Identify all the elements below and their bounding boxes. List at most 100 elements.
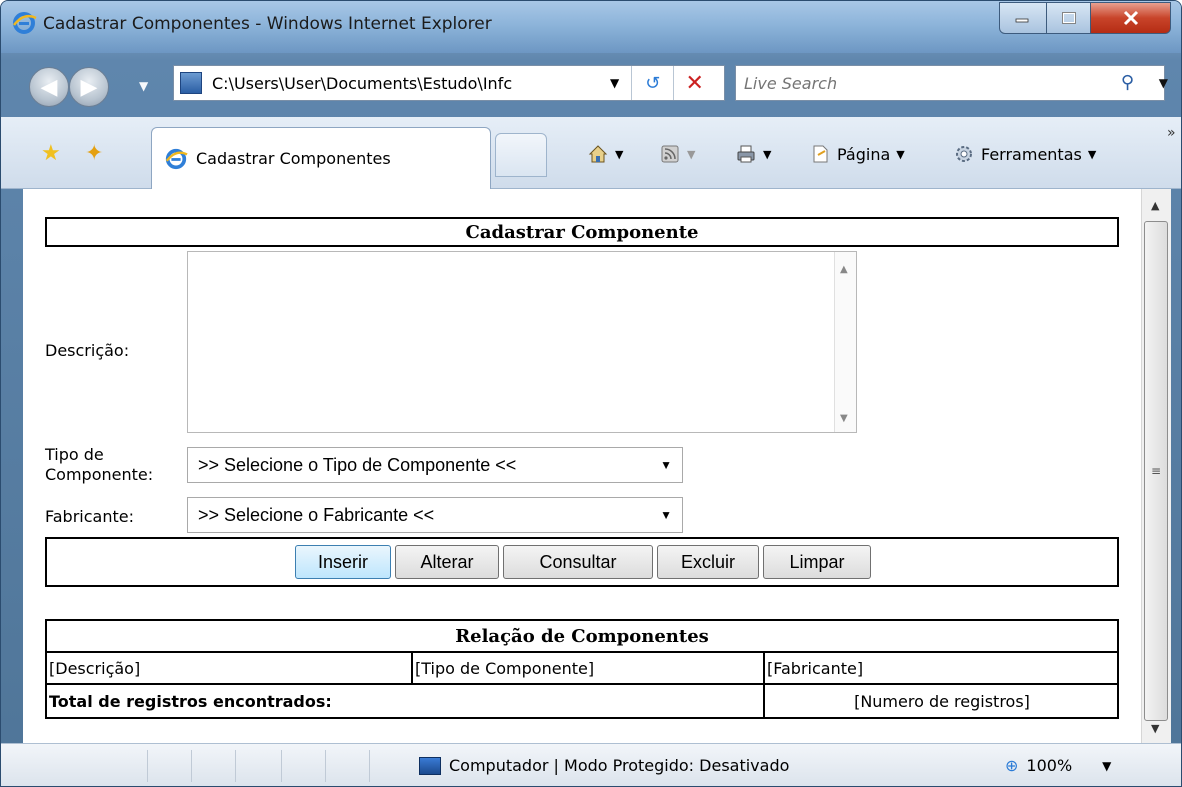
excluir-button[interactable]: Excluir (657, 545, 759, 579)
form-title: Cadastrar Componente (45, 217, 1119, 247)
total-label: Total de registros encontrados: (47, 685, 765, 717)
gear-icon (956, 146, 972, 162)
zoom-control[interactable]: ⊕ 100% ▼ (1005, 756, 1111, 775)
page-menu[interactable]: Página ▼ (809, 143, 905, 165)
minimize-icon (1015, 18, 1029, 23)
search-box: ⚲ ▼ (735, 65, 1168, 101)
table-total-row: Total de registros encontrados: [Numero … (47, 685, 1117, 717)
scroll-up-icon[interactable]: ▲ (1151, 199, 1159, 212)
chevron-down-icon[interactable]: ▼ (896, 148, 904, 161)
address-dropdown-icon[interactable]: ▼ (610, 76, 619, 90)
page-favicon-icon (180, 72, 202, 94)
ie-logo-icon (165, 148, 188, 169)
tipo-componente-label: Tipo de Componente: (45, 445, 154, 484)
address-bar[interactable]: C:\Users\User\Documents\Estudo\Infc ▼ ↺ … (173, 65, 725, 101)
ie-logo-icon (13, 12, 37, 34)
fabricante-label: Fabricante: (45, 507, 134, 526)
page-content: Cadastrar Componente Descrição: ▲ ▼ Tipo… (23, 189, 1141, 743)
column-fabricante: [Fabricante] (767, 658, 864, 678)
minimize-button[interactable] (999, 2, 1047, 34)
chevron-down-icon[interactable]: ▼ (1088, 148, 1096, 161)
forward-arrow-icon: ▶ (80, 74, 98, 100)
refresh-button[interactable]: ↺ (631, 66, 673, 100)
stop-button[interactable]: ✕ (673, 66, 715, 100)
more-commands-icon[interactable]: » (1167, 125, 1176, 141)
search-icon[interactable]: ⚲ (1121, 72, 1134, 93)
fabricante-value: >> Selecione o Fabricante << (198, 504, 435, 525)
tools-menu-label: Ferramentas (981, 144, 1082, 164)
forward-button[interactable]: ▶ (69, 67, 109, 107)
page-menu-label: Página (837, 144, 891, 164)
status-divider (325, 750, 326, 782)
status-bar: Computador | Modo Protegido: Desativado … (1, 743, 1181, 786)
total-value: [Numero de registros] (854, 691, 1030, 711)
column-tipo-componente: [Tipo de Componente] (413, 653, 765, 683)
status-divider (191, 750, 192, 782)
print-button[interactable]: ▼ (735, 143, 771, 165)
refresh-icon: ↺ (645, 72, 661, 94)
table-row: [Descrição] [Tipo de Componente] [Fabric… (47, 653, 1117, 685)
zoom-level: 100% (1026, 756, 1073, 775)
add-favorites-icon[interactable]: ✦ (85, 141, 103, 166)
chevron-down-icon[interactable]: ▼ (660, 458, 672, 472)
back-button[interactable]: ◀ (29, 67, 69, 107)
window-controls (999, 2, 1171, 36)
page-scrollbar[interactable]: ▲ ≡ ▼ (1141, 189, 1171, 743)
chevron-down-icon[interactable]: ▼ (687, 148, 695, 161)
scroll-down-icon[interactable]: ▼ (1151, 722, 1159, 735)
tab-label: Cadastrar Componentes (196, 149, 391, 168)
recent-pages-dropdown[interactable]: ▼ (139, 79, 148, 93)
table-title: Relação de Componentes (47, 621, 1117, 653)
favorites-star-icon[interactable]: ★ (41, 141, 61, 166)
scroll-down-icon[interactable]: ▼ (840, 413, 848, 424)
status-divider (235, 750, 236, 782)
search-input[interactable] (736, 66, 1096, 100)
page-icon (813, 145, 828, 163)
components-table: Relação de Componentes [Descrição] [Tipo… (45, 619, 1119, 719)
navigation-bar: ◀ ▶ ▼ C:\Users\User\Documents\Estudo\Inf… (1, 53, 1181, 117)
tipo-componente-select[interactable]: >> Selecione o Tipo de Componente << ▼ (187, 447, 683, 483)
stop-icon: ✕ (685, 70, 704, 96)
close-icon (1123, 10, 1138, 26)
status-divider (369, 750, 370, 782)
security-zone[interactable]: Computador | Modo Protegido: Desativado (419, 756, 789, 775)
print-icon (737, 145, 755, 163)
chevron-down-icon[interactable]: ▼ (615, 148, 623, 161)
new-tab-button[interactable] (495, 133, 547, 177)
address-url[interactable]: C:\Users\User\Documents\Estudo\Infc (212, 74, 602, 93)
title-bar: Cadastrar Componentes - Windows Internet… (1, 1, 1181, 53)
chevron-down-icon[interactable]: ▼ (1102, 759, 1111, 773)
close-button[interactable] (1091, 2, 1171, 34)
descricao-textarea[interactable]: ▲ ▼ (187, 251, 857, 433)
grip-icon: ≡ (1151, 464, 1162, 478)
home-icon (588, 145, 608, 163)
inserir-button[interactable]: Inserir (295, 545, 391, 579)
alterar-button[interactable]: Alterar (395, 545, 499, 579)
limpar-button[interactable]: Limpar (763, 545, 871, 579)
scroll-up-icon[interactable]: ▲ (840, 264, 848, 275)
security-zone-label: Computador | Modo Protegido: Desativado (449, 756, 790, 775)
chevron-down-icon[interactable]: ▼ (763, 148, 771, 161)
feeds-icon (661, 145, 679, 163)
maximize-icon (1061, 12, 1076, 24)
tab-bar: ★ ✦ Cadastrar Componentes ▼ ▼ ▼ Página ▼… (1, 117, 1181, 189)
home-button[interactable]: ▼ (587, 143, 623, 165)
chevron-down-icon[interactable]: ▼ (660, 508, 672, 522)
tipo-componente-value: >> Selecione o Tipo de Componente << (198, 454, 517, 475)
feeds-button[interactable]: ▼ (659, 143, 695, 165)
browser-window: Cadastrar Componentes - Windows Internet… (0, 0, 1182, 787)
tools-menu[interactable]: Ferramentas ▼ (953, 143, 1096, 165)
window-title: Cadastrar Componentes - Windows Internet… (43, 14, 492, 34)
search-options-dropdown[interactable]: ▼ (1159, 76, 1168, 90)
zoom-icon: ⊕ (1005, 756, 1019, 775)
maximize-button[interactable] (1047, 2, 1091, 34)
consultar-button[interactable]: Consultar (503, 545, 653, 579)
scrollbar-thumb[interactable]: ≡ (1144, 221, 1168, 721)
back-arrow-icon: ◀ (40, 74, 58, 100)
tab-cadastrar-componentes[interactable]: Cadastrar Componentes (151, 127, 491, 189)
status-divider (281, 750, 282, 782)
textarea-scrollbar[interactable]: ▲ ▼ (834, 252, 856, 432)
computer-icon (419, 756, 441, 775)
form-buttons: Inserir Alterar Consultar Excluir Limpar (45, 537, 1119, 587)
fabricante-select[interactable]: >> Selecione o Fabricante << ▼ (187, 497, 683, 533)
